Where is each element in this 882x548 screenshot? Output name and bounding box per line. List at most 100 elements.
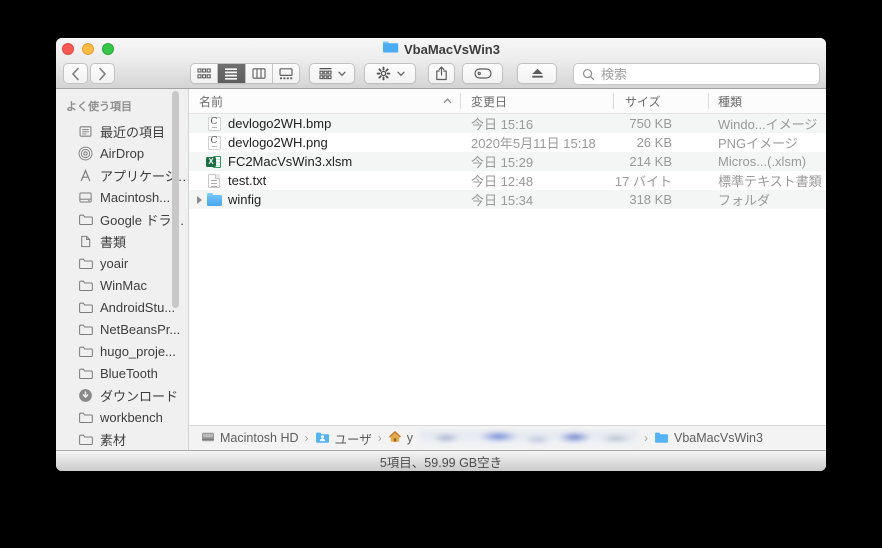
file-date: 今日 12:48 [471,174,534,189]
recents-icon [78,124,93,139]
image-file-icon: C [206,135,222,150]
sidebar-item-label: AndroidStu... [100,299,176,315]
icon-view-icon [197,68,211,79]
excel-file-icon: X [206,154,222,169]
file-name: FC2MacVsWin3.xlsm [228,154,353,169]
share-icon [436,66,447,81]
sidebar-item[interactable]: Google ドラ… [56,208,188,230]
column-view-icon [252,68,266,79]
tag-icon [473,68,492,79]
share-button[interactable] [428,63,455,84]
sidebar-item[interactable]: 書類 [56,230,188,252]
sidebar-item-label: NetBeansPr... [100,321,181,337]
folder-icon [78,410,93,425]
sidebar-items: 最近の項目 AirDrop アプリケーシ… Macintosh... Google ドラ… [56,120,188,450]
search-field[interactable] [573,63,820,85]
path-item[interactable]: y [388,430,639,446]
file-date: 今日 15:16 [471,117,534,132]
disclosure-triangle-icon[interactable] [192,195,206,204]
sidebar-item[interactable]: WinMac [56,274,188,296]
icon-view-button[interactable] [191,64,219,83]
users-folder-icon [315,432,329,443]
airdrop-icon [78,146,93,161]
list-empty-area [189,209,826,425]
status-text: 5項目、59.99 GB空き [379,455,503,470]
column-header-name[interactable]: 名前 [189,89,460,113]
back-button[interactable] [63,63,88,84]
group-icon [319,68,332,80]
file-list-pane: 名前 変更日 サイズ 種類 Cdevlogo2WH.bmp 今日 15:16 750… [189,89,826,450]
file-name: devlogo2WH.bmp [228,116,332,131]
title-bar[interactable]: VbaMacVsWin3 [56,38,826,60]
search-input[interactable] [574,64,819,84]
sidebar-item-label: yoair [100,255,129,271]
documents-icon [78,234,93,249]
column-view-button[interactable] [246,64,273,83]
path-item[interactable]: ユーザ [315,429,372,448]
sidebar-item[interactable]: ダウンロード [56,384,188,406]
gallery-view-icon [279,68,293,80]
view-mode-segmented-control [190,63,300,84]
file-date: 今日 15:34 [471,193,534,208]
toolbar [56,60,826,88]
finder-window: VbaMacVsWin3 検索 よく使う項目 最近の項目 AirDrop アプリ… [56,38,826,471]
sidebar-item-label: AirDrop [100,145,145,161]
forward-button[interactable] [90,63,115,84]
hard-drive-icon [202,432,214,441]
folder-icon [78,278,93,293]
file-kind: PNGイメージ [718,136,798,151]
sidebar-item[interactable]: AndroidStu... [56,296,188,318]
column-header-date[interactable]: 変更日 [460,89,613,113]
sidebar-item-label: 素材 [100,432,127,448]
chevron-left-icon [71,67,79,80]
sidebar-item-label: Macintosh... [100,189,171,205]
sidebar-item[interactable]: NetBeansPr... [56,318,188,340]
tag-button[interactable] [462,63,503,84]
action-menu-button[interactable] [364,63,416,84]
file-name: test.txt [228,173,267,188]
file-row[interactable]: winfig 今日 15:34 318 KB フォルダ [189,190,826,209]
applications-icon [78,168,93,183]
sidebar-item[interactable]: workbench [56,406,188,428]
file-date: 2020年5月11日 15:18 [471,136,596,151]
list-view-button[interactable] [218,64,246,83]
path-item-label: VbaMacVsWin3 [674,431,763,445]
file-row[interactable]: Cdevlogo2WH.png 2020年5月11日 15:18 26 KB PNGイ… [189,133,826,152]
file-size: 26 KB [636,135,672,150]
column-header-kind[interactable]: 種類 [708,89,826,113]
eject-button[interactable] [517,63,557,84]
path-separator: › [377,431,382,445]
column-header-size[interactable]: サイズ [613,89,708,113]
sidebar-item[interactable]: 最近の項目 [56,120,188,142]
folder-icon [78,322,93,337]
file-row[interactable]: X FC2MacVsWin3.xlsm 今日 15:29 214 KB Micros..… [189,152,826,171]
sidebar-item[interactable]: Macintosh... [56,186,188,208]
file-kind: 標準テキスト書類 [718,174,822,189]
redacted-username-blur [420,431,639,445]
sidebar-item[interactable]: BlueTooth [56,362,188,384]
file-kind: Windo...イメージ [718,117,818,132]
eject-icon [531,68,543,78]
path-item[interactable]: VbaMacVsWin3 [654,431,763,446]
sidebar-item[interactable]: hugo_proje... [56,340,188,362]
sidebar-section-title: よく使う項目 [66,101,132,113]
sidebar-scrollbar[interactable] [172,91,179,308]
window-title: VbaMacVsWin3 [404,41,500,57]
sidebar-item-label: workbench [100,409,163,425]
group-by-button[interactable] [309,63,355,84]
sidebar-item-label: BlueTooth [100,365,158,381]
file-row[interactable]: Cdevlogo2WH.bmp 今日 15:16 750 KB Windo...イメー… [189,114,826,133]
chevron-down-icon [396,71,405,76]
sort-ascending-icon [443,98,452,104]
file-size: 318 KB [629,192,672,207]
sidebar-item[interactable]: yoair [56,252,188,274]
path-item[interactable]: Macintosh HD [201,431,299,446]
sidebar-item[interactable]: 素材 [56,428,188,450]
gear-icon [376,66,390,81]
gallery-view-button[interactable] [273,64,299,83]
file-name: devlogo2WH.png [228,135,328,150]
file-row[interactable]: test.txt 今日 12:48 17 バイト 標準テキスト書類 [189,171,826,190]
sidebar-item[interactable]: アプリケーシ… [56,164,188,186]
sidebar-item[interactable]: AirDrop [56,142,188,164]
home-icon [388,430,401,442]
